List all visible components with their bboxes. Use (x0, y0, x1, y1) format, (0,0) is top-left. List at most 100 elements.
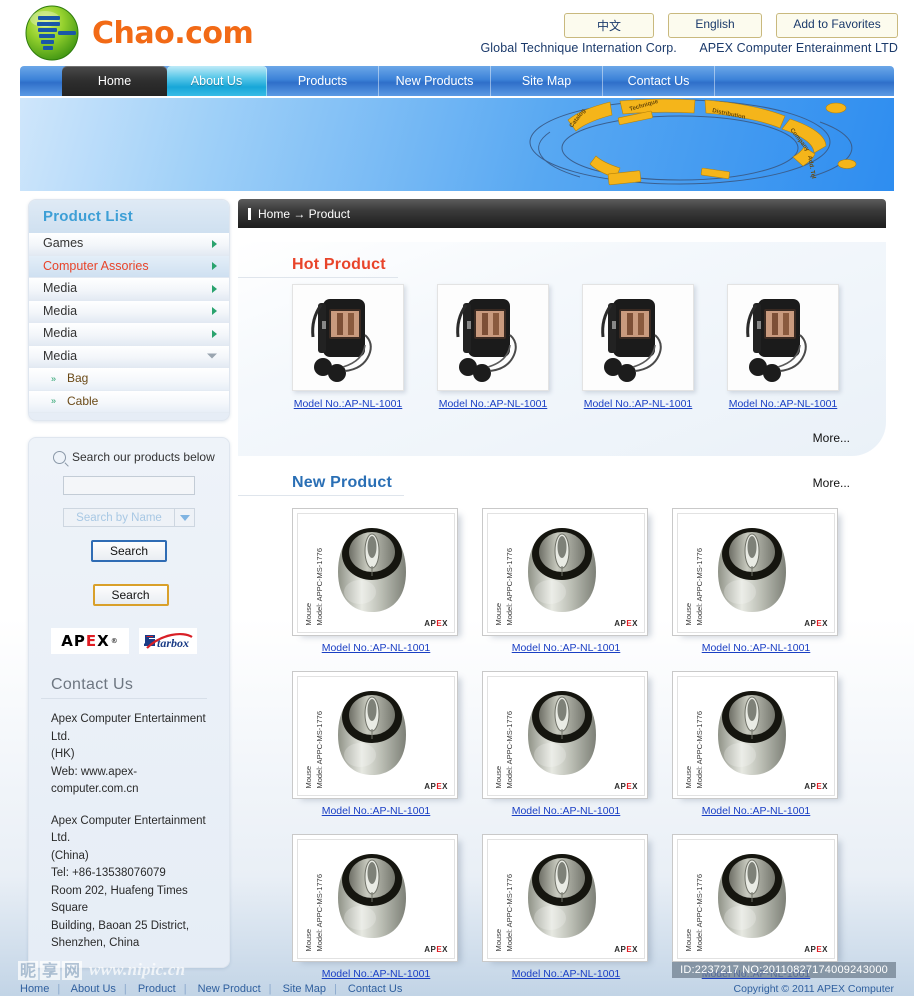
search-button-row-primary: Search (41, 540, 217, 562)
new-product-more-link[interactable]: More... (813, 476, 850, 490)
image-brand-apex: APEX (424, 782, 448, 791)
nav-item-home[interactable]: Home (62, 66, 167, 96)
mouse-product-image: Mouse Model: APPC-MS-1776 APEX (672, 671, 838, 799)
search-input[interactable] (63, 476, 195, 495)
product-link[interactable]: Model No.:AP-NL-1001 (672, 642, 840, 654)
hot-product-card-3[interactable]: Model No.:AP-NL-1001 (582, 284, 694, 410)
product-link[interactable]: Model No.:AP-NL-1001 (292, 642, 460, 654)
double-chevron-icon: » (51, 395, 56, 406)
contact-cn-line-2: (China) (51, 849, 89, 862)
watch-mp4-product-image (727, 284, 839, 391)
new-product-card-6[interactable]: Mouse Model: APPC-MS-1776 APEX Model No.… (672, 671, 840, 817)
breadcrumb-bar-icon (248, 207, 251, 220)
chevron-down-icon[interactable] (174, 509, 194, 526)
nav-item-contact-us[interactable]: Contact Us (603, 66, 715, 96)
hero-banner: Catalog Technique Distribution Company A… (20, 98, 894, 191)
product-link[interactable]: Model No.:AP-NL-1001 (727, 398, 839, 410)
product-link[interactable]: Model No.:AP-NL-1001 (482, 968, 650, 980)
footer-link-home[interactable]: Home (20, 983, 49, 995)
watch-mp4-product-image (292, 284, 404, 391)
watermark-char-1: 昵 (18, 960, 39, 980)
footer-link-contact-us[interactable]: Contact Us (348, 983, 402, 995)
contact-cn-line-6: Shenzhen, China (51, 937, 140, 949)
site-logo[interactable]: Chao.com (22, 4, 254, 62)
sidebar-category-computer-assories[interactable]: Computer Assories (29, 255, 229, 278)
contact-cn-line-4: Room 202, Huafeng Times Square (51, 884, 188, 915)
new-product-card-9[interactable]: Mouse Model: APPC-MS-1776 APEX (672, 834, 840, 980)
footer-navigation: Home | About Us | Product | New Product | Si… (0, 982, 914, 996)
breadcrumb: Home → Product (238, 199, 886, 228)
product-link[interactable]: Model No.:AP-NL-1001 (582, 398, 694, 410)
search-icon (53, 450, 66, 464)
chao-logo-icon (22, 4, 82, 62)
svg-text:tarbox: tarbox (157, 636, 189, 650)
sidebar-subcategory-cable[interactable]: » Cable (29, 390, 229, 413)
new-product-card-1[interactable]: Mouse Model: APPC-MS-1776 APEX Model No.… (292, 508, 460, 654)
contact-cn-line-5: Building, Baoan 25 District, (51, 919, 190, 932)
nav-item-site-map[interactable]: Site Map (491, 66, 603, 96)
new-product-card-7[interactable]: Mouse Model: APPC-MS-1776 APEX Model No.… (292, 834, 460, 980)
sidebar-category-games[interactable]: Games (29, 233, 229, 256)
starbox-logo: tarbox (139, 628, 197, 654)
sidebar-category-media-2[interactable]: Media (29, 300, 229, 323)
search-heading: Search our products below (41, 450, 217, 464)
footer-link-site-map[interactable]: Site Map (283, 983, 326, 995)
breadcrumb-text: Home → Product (258, 206, 351, 221)
page-root: Chao.com 中文 English Add to Favorites Glo… (0, 0, 914, 996)
footer-links: Home | About Us | Product | New Product | Si… (20, 983, 403, 995)
mouse-product-image: Mouse Model: APPC-MS-1776 APEX (482, 834, 648, 962)
sidebar-category-media-1[interactable]: Media (29, 278, 229, 301)
product-link[interactable]: Model No.:AP-NL-1001 (482, 805, 650, 817)
mouse-product-image: Mouse Model: APPC-MS-1776 APEX (292, 834, 458, 962)
watermark-char-2: 享 (40, 960, 61, 980)
new-product-section: New Product More... Mouse Model: APPC-MS… (238, 474, 886, 980)
image-brand-apex: APEX (424, 619, 448, 628)
sidebar-category-media-4[interactable]: Media (29, 345, 229, 368)
hot-product-more-link[interactable]: More... (813, 431, 850, 445)
nav-item-new-products[interactable]: New Products (379, 66, 491, 96)
new-product-card-3[interactable]: Mouse Model: APPC-MS-1776 APEX Model No.… (672, 508, 840, 654)
lang-chinese-button[interactable]: 中文 (564, 13, 654, 38)
footer-link-product[interactable]: Product (138, 983, 176, 995)
hot-product-card-2[interactable]: Model No.:AP-NL-1001 (437, 284, 549, 410)
search-button-primary[interactable]: Search (91, 540, 167, 562)
new-product-title: New Product (238, 474, 404, 496)
new-product-card-2[interactable]: Mouse Model: APPC-MS-1776 APEX Model No.… (482, 508, 650, 654)
mouse-product-image: Mouse Model: APPC-MS-1776 APEX (482, 671, 648, 799)
category-label: Media (43, 326, 78, 340)
new-product-card-4[interactable]: Mouse Model: APPC-MS-1776 APEX Model No.… (292, 671, 460, 817)
add-to-favorites-button[interactable]: Add to Favorites (776, 13, 898, 38)
nav-item-products[interactable]: Products (267, 66, 379, 96)
nav-item-about-us[interactable]: About Us (167, 66, 267, 96)
main-navigation: Home About Us Products New Products Site… (20, 66, 894, 96)
new-product-card-8[interactable]: Mouse Model: APPC-MS-1776 APEX Model No.… (482, 834, 650, 980)
product-link[interactable]: Model No.:AP-NL-1001 (482, 642, 650, 654)
hot-product-section: Hot Product Model No.:AP-NL-1001 Model N… (238, 242, 886, 456)
chevron-right-icon (212, 307, 217, 316)
product-link[interactable]: Model No.:AP-NL-1001 (292, 398, 404, 410)
brand-name: Chao.com (92, 15, 254, 51)
hot-product-card-4[interactable]: Model No.:AP-NL-1001 (727, 284, 839, 410)
new-product-card-5[interactable]: Mouse Model: APPC-MS-1776 APEX Model No.… (482, 671, 650, 817)
hot-product-card-1[interactable]: Model No.:AP-NL-1001 (292, 284, 404, 410)
hot-product-list: Model No.:AP-NL-1001 Model No.:AP-NL-100… (238, 278, 886, 410)
search-mode-select[interactable]: Search by Name (63, 508, 195, 527)
main-column: Home → Product Hot Product Model No.:AP-… (238, 199, 886, 980)
corporate-names: Global Technique Internation Corp. APEX … (480, 41, 898, 55)
subcategory-label: Bag (67, 371, 89, 385)
search-button-secondary[interactable]: Search (92, 584, 169, 606)
lang-english-button[interactable]: English (668, 13, 762, 38)
contact-us-title: Contact Us (41, 676, 207, 699)
mouse-product-image: Mouse Model: APPC-MS-1776 APEX (672, 834, 838, 962)
product-list-panel: Product List Games Computer Assories Med… (28, 199, 230, 421)
watermark-url: www.nipic.cn (89, 960, 186, 979)
product-link[interactable]: Model No.:AP-NL-1001 (672, 805, 840, 817)
sidebar-category-media-3[interactable]: Media (29, 323, 229, 346)
footer-link-about-us[interactable]: About Us (71, 983, 116, 995)
footer-link-new-product[interactable]: New Product (198, 983, 261, 995)
product-link[interactable]: Model No.:AP-NL-1001 (292, 805, 460, 817)
footer-copyright: Copyright © 2011 APEX Computer (733, 983, 894, 995)
product-link[interactable]: Model No.:AP-NL-1001 (292, 968, 460, 980)
product-link[interactable]: Model No.:AP-NL-1001 (437, 398, 549, 410)
sidebar-subcategory-bag[interactable]: » Bag (29, 368, 229, 391)
